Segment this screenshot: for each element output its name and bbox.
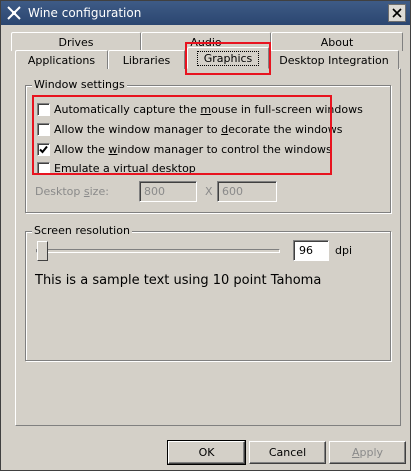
wine-configuration-window: Wine configuration Drives Audio About Ap… <box>0 0 411 471</box>
tab-drives-label: Drives <box>58 35 94 49</box>
tab-applications-label: Applications <box>27 53 96 67</box>
decorate-windows-option[interactable]: Allow the window manager to decorate the… <box>37 122 343 136</box>
desktop-height-field[interactable]: 600 <box>217 181 277 202</box>
dpi-slider-thumb[interactable] <box>37 241 48 261</box>
capture-mouse-option[interactable]: Automatically capture the mouse in full-… <box>37 102 363 116</box>
capture-mouse-label: Automatically capture the mouse in full-… <box>54 102 363 116</box>
dpi-input[interactable]: 96 <box>293 240 329 261</box>
apply-button[interactable]: Apply <box>329 441 406 464</box>
capture-mouse-checkbox[interactable] <box>37 102 50 116</box>
decorate-windows-checkbox[interactable] <box>37 122 50 136</box>
tab-drives[interactable]: Drives <box>11 32 141 51</box>
cancel-button[interactable]: Cancel <box>249 441 326 464</box>
title-bar[interactable]: Wine configuration <box>1 1 410 25</box>
sample-text: This is a sample text using 10 point Tah… <box>35 273 322 288</box>
virtual-desktop-label: Emulate a virtual desktop <box>54 161 196 175</box>
virtual-desktop-checkbox[interactable] <box>37 161 50 175</box>
tab-libraries[interactable]: Libraries <box>108 50 185 69</box>
screen-resolution-label: Screen resolution <box>32 224 132 237</box>
tab-graphics[interactable]: Graphics <box>187 47 269 69</box>
tab-about-label: About <box>320 35 354 49</box>
tab-libraries-label: Libraries <box>122 53 171 67</box>
close-icon[interactable] <box>388 4 406 22</box>
virtual-desktop-option[interactable]: Emulate a virtual desktop <box>37 161 196 175</box>
desktop-width-field[interactable]: 800 <box>139 181 197 202</box>
apply-key: A <box>351 446 360 459</box>
tab-about[interactable]: About <box>271 32 403 51</box>
apply-rest: pply <box>359 446 384 459</box>
tab-desktop-integration[interactable]: Desktop Integration <box>269 50 399 69</box>
checkmark-icon <box>39 145 48 153</box>
ok-button[interactable]: OK <box>167 440 246 465</box>
desktop-size-separator: X <box>205 185 213 198</box>
tab-desktop-integration-label: Desktop Integration <box>279 53 389 67</box>
dpi-slider-track[interactable] <box>36 249 280 253</box>
control-windows-label: Allow the window manager to control the … <box>54 142 332 156</box>
wine-glass-icon <box>5 4 23 22</box>
control-windows-checkbox[interactable] <box>37 142 50 156</box>
control-windows-option[interactable]: Allow the window manager to control the … <box>37 142 332 156</box>
dpi-unit-label: dpi <box>335 244 353 257</box>
tab-graphics-label: Graphics <box>196 50 260 66</box>
tab-applications[interactable]: Applications <box>15 50 108 69</box>
decorate-windows-label: Allow the window manager to decorate the… <box>54 122 343 136</box>
desktop-size-label: Desktop size: <box>35 185 109 198</box>
window-settings-label: Window settings <box>32 78 127 91</box>
window-title: Wine configuration <box>28 6 142 20</box>
